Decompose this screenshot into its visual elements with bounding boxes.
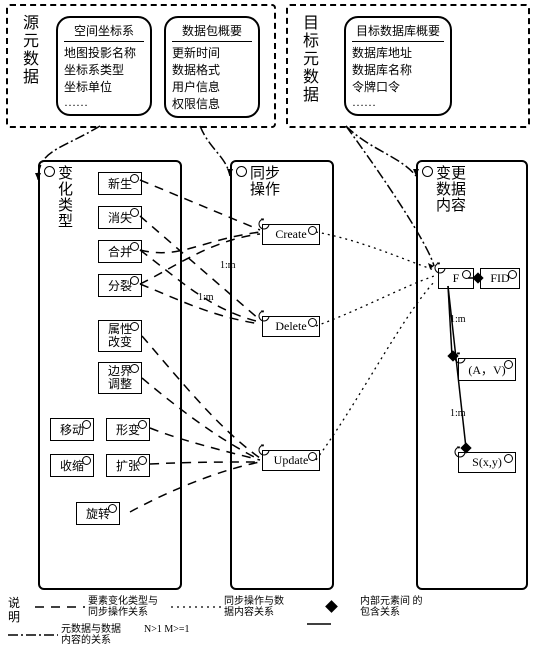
node-av: (A，V) [458,358,516,381]
node-merge: 合并 [98,240,142,263]
col1-title: 变 化 类 型 [58,166,73,230]
legend-tail: N>1 M>=1 [144,624,190,635]
target-meta-label: 目标元数据 [296,14,320,104]
legend-item-3: 内部元素间 的包含关系 [307,596,430,618]
card-1m-b: 1:m [198,292,214,303]
card-1m-c: 1:m [450,314,466,325]
node-fid: FID [480,268,520,289]
node-create: Create [262,224,320,245]
source-meta-label: 源元数据 [16,14,40,86]
node-sxy: S(x,y) [458,452,516,473]
node-rotate: 旋转 [76,502,120,525]
legend: 说 明 要素变化类型与 同步操作关系 同步操作与数 据内容关系 内部元素间 的包… [8,596,533,646]
target-metadata-region: 目标元数据 目标数据库概要 数据库地址 数据库名称 令牌口令 …… [286,4,530,128]
legend-item-2: 同步操作与数 据内容关系 [171,596,294,618]
node-shrink: 收缩 [50,454,94,477]
card-1m-d: 1:m [450,408,466,419]
node-expand: 扩张 [106,454,150,477]
node-f: F [438,268,474,289]
target-db-box: 目标数据库概要 数据库地址 数据库名称 令牌口令 …… [344,16,452,116]
node-attr-change: 属性 改变 [98,320,142,352]
card-1m-a: 1:m [220,260,236,271]
source-metadata-region: 源元数据 空间坐标系 地图投影名称 坐标系类型 坐标单位 …… 数据包概要 更新… [6,4,276,128]
node-split: 分裂 [98,274,142,297]
coord-title: 空间坐标系 [64,22,144,39]
node-update: Update [262,450,320,471]
change-type-column: 变 化 类 型 新生 消失 合并 分裂 属性 改变 边界 调整 移动 形变 收缩… [38,160,182,590]
node-move: 移动 [50,418,94,441]
col3-title: 变更 数据 内容 [436,166,466,214]
node-disappear: 消失 [98,206,142,229]
legend-label: 说 明 [8,596,32,624]
node-deform: 形变 [106,418,150,441]
circle-icon [44,166,55,177]
coord-system-box: 空间坐标系 地图投影名称 坐标系类型 坐标单位 …… [56,16,152,116]
col2-title: 同步 操作 [250,166,280,198]
tgt-title: 目标数据库概要 [352,22,444,39]
node-delete: Delete [262,316,320,337]
sync-op-column: 同步 操作 Create Delete Update [230,160,334,590]
change-data-column: 变更 数据 内容 F FID (A，V) S(x,y) [416,160,528,590]
circle-icon [422,166,433,177]
node-boundary-adjust: 边界 调整 [98,362,142,394]
node-newborn: 新生 [98,172,142,195]
circle-icon [236,166,247,177]
pkg-title: 数据包概要 [172,22,252,39]
legend-item-4: 元数据与数据 内容的关系 [8,624,131,646]
data-package-box: 数据包概要 更新时间 数据格式 用户信息 权限信息 [164,16,260,118]
legend-item-1: 要素变化类型与 同步操作关系 [35,596,158,618]
